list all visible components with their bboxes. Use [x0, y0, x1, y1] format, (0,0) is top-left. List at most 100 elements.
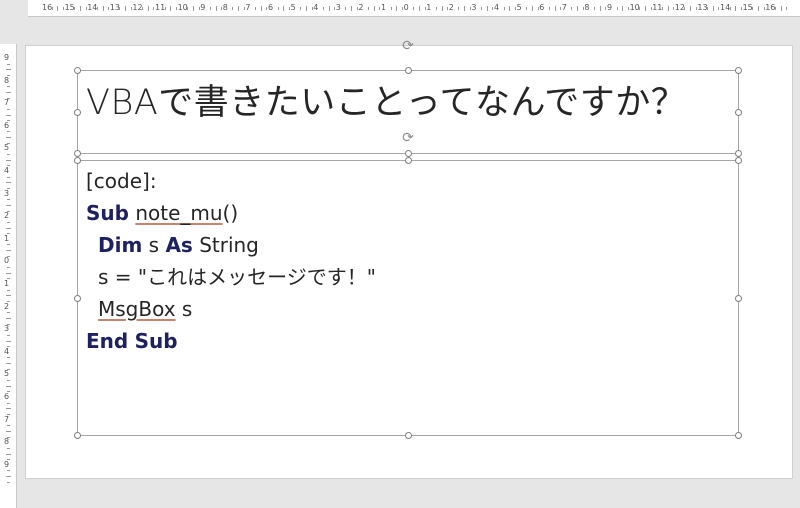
ruler-tick — [6, 159, 11, 161]
horizontal-ruler[interactable]: 16 15 14 13 12 11 10 9 8 7 6 5 4 3 2 1 0 1 2 3 4 5 6 7 8 9 10 11 12 1… — [28, 0, 800, 17]
ruler-tick — [6, 430, 11, 432]
ruler-tick — [526, 7, 528, 10]
ruler-tick — [6, 204, 11, 206]
ruler-number: 6 — [539, 3, 545, 12]
ruler-number: 6 — [4, 392, 10, 401]
ruler-tick — [7, 176, 10, 178]
ruler-number: 4 — [494, 3, 500, 12]
ruler-tick — [232, 7, 234, 10]
content-resize-handle[interactable] — [735, 295, 742, 302]
ruler-tick — [125, 6, 127, 11]
code-line-end-sub: End Sub — [86, 325, 726, 357]
function-msgbox: MsgBox — [98, 297, 176, 321]
ruler-tick — [712, 6, 714, 11]
ruler-number: 3 — [4, 324, 10, 334]
ruler-tick — [667, 6, 669, 11]
ruler-tick — [7, 267, 10, 269]
ruler-tick — [390, 7, 392, 10]
code-text-body[interactable]: [code]: Sub note_mu() Dim s As String s … — [86, 165, 726, 357]
ruler-number: 4 — [4, 166, 10, 175]
slide-canvas[interactable]: VBAで書きたいことってなんですか？ ⟳ [code]: Sub note_mu… — [26, 39, 792, 478]
ruler-tick — [96, 7, 98, 10]
ruler-tick — [435, 7, 437, 10]
ruler-tick — [661, 7, 663, 10]
ruler-tick — [7, 108, 10, 110]
ruler-tick — [571, 7, 573, 10]
slide-title[interactable]: VBAで書きたいことってなんですか？ — [86, 81, 736, 125]
ruler-tick — [7, 481, 10, 483]
ruler-tick — [147, 6, 149, 11]
ruler-number: 7 — [4, 414, 10, 424]
ruler-number: 1 — [4, 233, 10, 243]
ruler-tick — [215, 6, 217, 11]
ruler-tick — [6, 227, 11, 229]
ruler-tick — [57, 6, 59, 11]
title-rotate-handle-icon[interactable]: ⟳ — [401, 39, 415, 53]
ruler-number: 2 — [358, 3, 364, 12]
ruler-tick — [74, 7, 76, 10]
keyword-dim: Dim — [98, 233, 143, 257]
title-resize-handle[interactable] — [735, 67, 742, 74]
ruler-number: 6 — [268, 3, 274, 12]
ruler-tick — [209, 7, 211, 10]
title-resize-handle[interactable] — [735, 150, 742, 157]
title-resize-handle[interactable] — [74, 150, 81, 157]
content-resize-handle[interactable] — [74, 157, 81, 164]
type-name: String — [199, 233, 259, 257]
ruler-number: 11 — [652, 3, 663, 12]
ruler-tick — [7, 334, 10, 336]
ruler-tick — [7, 380, 10, 382]
ruler-tick — [260, 6, 262, 11]
ruler-tick — [503, 7, 505, 10]
ruler-tick — [684, 7, 686, 10]
ruler-tick — [368, 7, 370, 10]
code-label-line: [code]: — [86, 165, 726, 197]
ruler-tick — [413, 7, 415, 10]
ruler-number: 16 — [765, 3, 776, 12]
ruler-tick — [6, 385, 11, 387]
ruler-tick — [51, 7, 53, 10]
ruler-tick — [6, 363, 11, 365]
ruler-number: 14 — [87, 3, 98, 12]
code-line-dim: Dim s As String — [86, 229, 726, 261]
ruler-number: 2 — [4, 211, 10, 221]
ruler-number: 5 — [4, 369, 10, 379]
content-resize-handle[interactable] — [735, 432, 742, 439]
content-resize-handle[interactable] — [405, 157, 412, 164]
ruler-tick — [594, 7, 596, 10]
content-resize-handle[interactable] — [74, 295, 81, 302]
ruler-number: 13 — [697, 3, 708, 12]
ruler-tick — [464, 6, 466, 11]
ruler-tick — [6, 272, 11, 274]
ruler-number: 0 — [4, 256, 10, 266]
ruler-number: 3 — [471, 3, 477, 12]
content-resize-handle[interactable] — [74, 432, 81, 439]
ruler-number: 10 — [177, 3, 188, 12]
ruler-tick — [7, 63, 10, 65]
ruler-tick — [481, 7, 483, 10]
ruler-number: 6 — [4, 120, 10, 130]
content-rotate-handle-icon[interactable]: ⟳ — [401, 131, 415, 145]
msgbox-argument: s — [181, 297, 193, 321]
title-resize-handle[interactable] — [74, 67, 81, 74]
ruler-number: 8 — [4, 75, 10, 85]
content-placeholder[interactable]: [code]: Sub note_mu() Dim s As String s … — [77, 160, 739, 436]
ruler-tick — [644, 6, 646, 11]
content-resize-handle[interactable] — [405, 432, 412, 439]
ruler-number: 9 — [4, 53, 10, 62]
title-resize-handle[interactable] — [735, 109, 742, 116]
vertical-ruler[interactable]: 9 8 7 6 5 4 3 2 1 0 1 2 3 4 5 6 7 8 9 — [0, 44, 17, 508]
content-resize-handle[interactable] — [735, 157, 742, 164]
ruler-tick — [396, 6, 398, 11]
title-resize-handle[interactable] — [74, 109, 81, 116]
assignment-statement: s = "これはメッセージです！" — [98, 265, 376, 289]
ruler-number: 8 — [584, 3, 590, 12]
ruler-tick — [7, 470, 10, 472]
title-resize-handle[interactable] — [405, 67, 412, 74]
ruler-tick — [255, 7, 257, 10]
ruler-tick — [6, 317, 11, 319]
ruler-tick — [7, 425, 10, 427]
ruler-number: 8 — [4, 437, 10, 447]
title-resize-handle[interactable] — [405, 150, 412, 157]
ruler-tick — [6, 340, 11, 342]
